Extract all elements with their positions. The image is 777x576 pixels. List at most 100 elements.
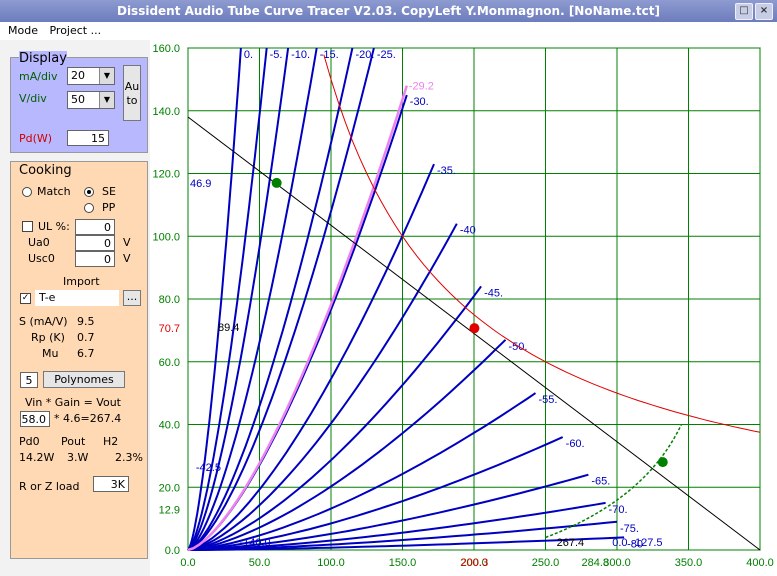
x-tick-label: 350.0 xyxy=(675,557,703,569)
se-label: SE xyxy=(102,185,116,198)
cooking-panel: Cooking Match SE PP UL %: 0 Ua0 0 V Usc0… xyxy=(10,161,148,559)
menu-bar: Mode Project ... xyxy=(0,22,150,40)
match-radio[interactable] xyxy=(22,187,32,197)
curve-label: -5. xyxy=(270,49,283,61)
mu-value: 6.7 xyxy=(77,347,95,360)
pd-input[interactable]: 15 xyxy=(67,130,109,146)
curve-label: -45. xyxy=(484,287,503,299)
x-tick-label: 250.0 xyxy=(532,557,560,569)
display-panel: Display mA/div 20 ▼ V/div 50 ▼ Au to Pd(… xyxy=(10,51,148,153)
x-tick-label: 100.0 xyxy=(317,557,345,569)
te-field[interactable]: T-e xyxy=(35,290,119,306)
current-readout-label: 89.4 xyxy=(218,322,239,334)
vin-input[interactable]: 58.0 xyxy=(20,411,50,427)
curve-label: -30. xyxy=(410,96,429,108)
curve-label: -70. xyxy=(609,504,628,516)
usc0-unit: V xyxy=(123,252,131,265)
y-tick-label: 120.0 xyxy=(152,169,180,181)
curve-label: -15. xyxy=(320,49,339,61)
pp-radio[interactable] xyxy=(84,203,94,213)
pout-value: 3.W xyxy=(67,451,89,464)
x-tick-label: 400.0 xyxy=(746,557,774,569)
signal-point xyxy=(657,457,668,468)
curve-label: -35. xyxy=(437,165,456,177)
display-title: Display xyxy=(19,51,67,66)
output-swing-label: 267.4 xyxy=(557,537,585,549)
zero-label: 0.0 xyxy=(612,537,627,549)
h2-value: 2.3% xyxy=(115,451,143,464)
mu-label: Mu xyxy=(42,347,59,360)
x-tick-label: 150.0 xyxy=(389,557,417,569)
load-input[interactable]: 3K xyxy=(93,476,129,492)
import-label: Import xyxy=(63,275,100,288)
te-checkbox[interactable]: ✓ xyxy=(20,293,31,304)
chevron-down-icon: ▼ xyxy=(99,92,114,108)
s-label: S (mA/V) xyxy=(19,315,68,328)
curve-label: -10. xyxy=(291,49,310,61)
y-tick-label: 0.0 xyxy=(165,545,180,557)
ua0-input[interactable]: 0 xyxy=(75,235,115,251)
min-current-label: 12.9 xyxy=(159,505,180,517)
title-bar: Dissident Audio Tube Curve Tracer V2.03.… xyxy=(0,0,777,22)
signal-point xyxy=(271,177,282,188)
match-label: Match xyxy=(37,185,71,198)
auto-button[interactable]: Au to xyxy=(123,65,141,121)
maximize-icon[interactable]: □ xyxy=(735,3,753,20)
pd0-value: 14.2W xyxy=(19,451,55,464)
ua0-label: Ua0 xyxy=(28,236,50,249)
usc0-input[interactable]: 0 xyxy=(75,251,115,267)
quiescent-y-label: 70.7 xyxy=(159,323,180,335)
quiescent-point xyxy=(469,323,480,334)
se-radio[interactable] xyxy=(84,187,94,197)
h2-label: H2 xyxy=(103,435,119,448)
poly-input[interactable]: 5 xyxy=(20,372,38,388)
x-tick-label: 50.0 xyxy=(249,557,270,569)
vg-label-bottom-right: -127.5 xyxy=(631,537,662,549)
chevron-down-icon: ▼ xyxy=(99,68,114,84)
ul-input[interactable]: 0 xyxy=(75,219,115,235)
y-tick-label: 80.0 xyxy=(159,294,180,306)
pout-label: Pout xyxy=(61,435,86,448)
pp-label: PP xyxy=(102,201,116,214)
y-tick-label: 140.0 xyxy=(152,106,180,118)
y-tick-label: 160.0 xyxy=(152,43,180,55)
curve-label: -65. xyxy=(591,476,610,488)
y-tick-label: 100.0 xyxy=(152,231,180,243)
pd-label: Pd(W) xyxy=(19,132,53,145)
browse-button[interactable]: ... xyxy=(123,290,141,306)
rp-value: 0.7 xyxy=(77,331,95,344)
close-icon[interactable]: × xyxy=(755,3,773,20)
ul-checkbox[interactable] xyxy=(22,221,33,232)
max-voltage-label: 284.8 xyxy=(581,557,609,569)
ul-label: UL %: xyxy=(38,220,70,233)
curve-label: -55. xyxy=(538,394,557,406)
current-at-peak-label: 46.9 xyxy=(190,178,211,190)
te-label: T-e xyxy=(39,291,56,304)
v-div-select[interactable]: 50 ▼ xyxy=(67,91,115,109)
s-value: 9.5 xyxy=(77,315,95,328)
y-tick-label: 40.0 xyxy=(159,420,180,432)
y-tick-label: 60.0 xyxy=(159,357,180,369)
load-label: R or Z load xyxy=(19,480,80,493)
v-div-label: V/div xyxy=(19,92,47,105)
menu-project[interactable]: Project ... xyxy=(49,24,101,37)
vin-gain-label: Vin * Gain = Vout xyxy=(25,396,121,409)
pd0-label: Pd0 xyxy=(19,435,40,448)
x-tick-label: 0.0 xyxy=(180,557,195,569)
ma-div-select[interactable]: 20 ▼ xyxy=(67,67,115,85)
curve-label: -75. xyxy=(620,523,639,535)
tube-curve-plot[interactable]: 0.0 50.0 100.0 150.0 200.0 250.0 300.0 350.0 400… xyxy=(150,40,777,576)
curve-label: -50. xyxy=(508,341,527,353)
menu-mode[interactable]: Mode xyxy=(8,24,38,37)
curve-label: -25. xyxy=(377,49,396,61)
polynomes-button[interactable]: Polynomes xyxy=(43,371,125,388)
gain-text: * 4.6=267.4 xyxy=(54,412,122,425)
usc0-label: Usc0 xyxy=(28,252,55,265)
cooking-title: Cooking xyxy=(19,163,72,178)
quiescent-x-label: 200.3 xyxy=(461,557,489,569)
y-tick-label: 20.0 xyxy=(159,482,180,494)
operating-curve-label: -29.2 xyxy=(409,81,434,93)
curve-label: -60. xyxy=(566,438,585,450)
curve-label: -40 xyxy=(460,225,476,237)
window-title: Dissident Audio Tube Curve Tracer V2.03.… xyxy=(116,4,660,18)
